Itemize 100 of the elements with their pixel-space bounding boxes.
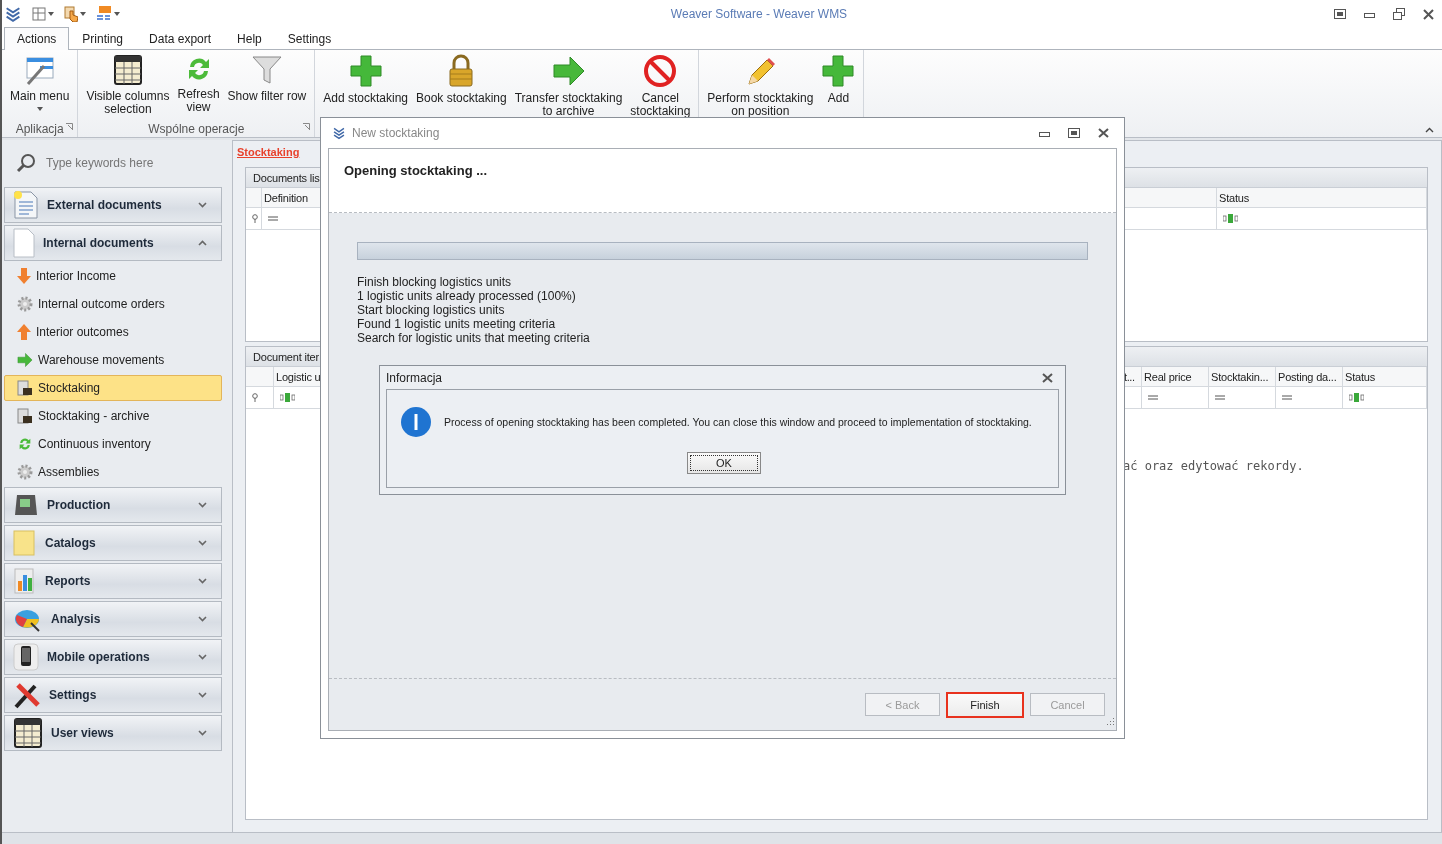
ribbon-button[interactable]: Visible columns selection [82,54,174,116]
filter-icon [250,54,283,86]
chevron-up-icon [198,240,207,246]
refresh-icon [17,436,33,452]
message-title: Informacja [386,370,443,385]
arrow-right-icon [17,352,33,368]
page-icon [13,228,35,258]
equals-icon [268,216,278,221]
chevrons-icon [4,5,22,23]
search-field[interactable]: Type keywords here [44,155,204,171]
text-filter-icon [280,393,295,402]
sidebar-item[interactable]: Interior outcomes [4,319,222,345]
collapse-ribbon-icon [1425,127,1434,133]
log-line: Found 1 logistic units meeting criteria [357,317,557,331]
clipboard-icon [17,408,33,424]
group-label: Aplikacja [15,122,64,136]
chevrons-icon [332,126,346,140]
column-header[interactable]: Stocktakin... [1209,367,1276,386]
column-header[interactable]: Posting da... [1276,367,1343,386]
sidebar-item[interactable]: Interior Income [4,263,222,289]
ribbon-tab[interactable]: Actions [4,27,70,50]
column-header[interactable]: Status [1217,188,1427,207]
chevron-down-icon [198,654,207,660]
restore-icon [1393,8,1405,20]
ribbon-tab[interactable]: Help [224,27,275,50]
window-title: Weaver Software - Weaver WMS [669,7,849,21]
text-filter-icon [1223,214,1238,223]
chevron-down-icon [198,616,207,622]
dialog-heading: Opening stocktaking ... [344,163,488,178]
sidebar-item[interactable]: Continuous inventory [4,431,222,457]
caret-icon [48,12,54,16]
chevron-down-icon [198,578,207,584]
ribbon-tab[interactable]: Data export [136,27,225,50]
phone-icon [13,643,39,671]
panel-title: Document iter [253,350,319,363]
ribbon-button[interactable]: Transfer stocktaking to archive [510,54,627,116]
bar-chart-icon [13,567,37,595]
launcher-icon [66,123,74,130]
sidebar-item[interactable]: Stocktaking - archive [4,403,222,429]
arrow-up-icon [17,324,31,340]
chevron-down-icon [198,730,207,736]
sidebar-group[interactable]: Analysis [4,601,222,637]
ribbon-button[interactable]: Perform stocktaking on position [703,54,818,116]
sidebar-item[interactable]: Stocktaking [4,375,222,401]
table-icon [112,54,143,86]
close-icon [1042,372,1053,383]
ribbon-button[interactable]: Show filter row [223,54,311,116]
close-icon [1098,128,1109,138]
fullscreen-icon [1334,9,1346,19]
layout-icon [32,7,46,21]
caret-icon [114,12,120,16]
equals-icon [1282,395,1292,400]
folder-icon [13,529,37,557]
sidebar-group[interactable]: External documents [4,187,222,223]
ok-button[interactable]: OK [687,452,761,474]
table-icon [13,717,43,749]
ribbon-tab[interactable]: Printing [69,27,137,50]
close-icon [1423,8,1434,20]
window-pen-icon [23,54,56,86]
ribbon-button[interactable]: Refresh view [173,54,224,116]
sidebar-group[interactable]: Production [4,487,222,523]
sidebar-item[interactable]: Warehouse movements [4,347,222,373]
plus-icon [821,54,856,88]
column-header[interactable]: Real price [1142,367,1209,386]
spellcheck-icon [96,6,112,22]
tools-icon [13,681,41,709]
ribbon-button[interactable]: Add stocktaking [319,54,412,116]
dialog-title: New stocktaking [352,126,440,140]
log-line: Start blocking logistics units [357,303,506,317]
equals-icon [1148,395,1158,400]
fullscreen-icon [1068,128,1080,138]
filter-pin-icon [252,214,258,223]
plus-icon [348,54,383,88]
sidebar-group[interactable]: Settings [4,677,222,713]
chevron-down-icon [198,540,207,546]
message-text: Process of opening stocktaking has been completed. You can close this window and proceed to implementation of stocktaking. [444,416,1032,428]
sidebar-group[interactable]: Internal documents [4,225,222,261]
caret-icon [80,12,86,16]
ribbon-button[interactable]: Main menu [6,54,74,116]
gear-icon [17,464,33,480]
sidebar-group[interactable]: Mobile operations [4,639,222,675]
gear-icon [17,296,33,312]
sidebar-group[interactable]: Reports [4,563,222,599]
column-header[interactable]: Status [1343,367,1427,386]
info-icon [400,406,432,438]
caret-icon [36,107,43,111]
ribbon-button[interactable]: Book stocktaking [412,54,511,116]
ribbon-tab[interactable]: Settings [274,27,345,50]
sidebar-group[interactable]: User views [4,715,222,751]
document-icon [13,190,39,220]
sidebar-group[interactable]: Catalogs [4,525,222,561]
panel-title: Documents lis [253,171,320,184]
ribbon-button[interactable]: Cancel stocktaking [626,54,695,116]
clipboard-icon [17,380,33,396]
sidebar-item[interactable]: Internal outcome orders [4,291,222,317]
sidebar-item[interactable]: Assemblies [4,459,222,485]
wizard-button[interactable]: Finish [946,691,1024,718]
ribbon-button[interactable]: Add [817,54,860,116]
search-icon [16,153,36,173]
equals-icon [1215,395,1225,400]
